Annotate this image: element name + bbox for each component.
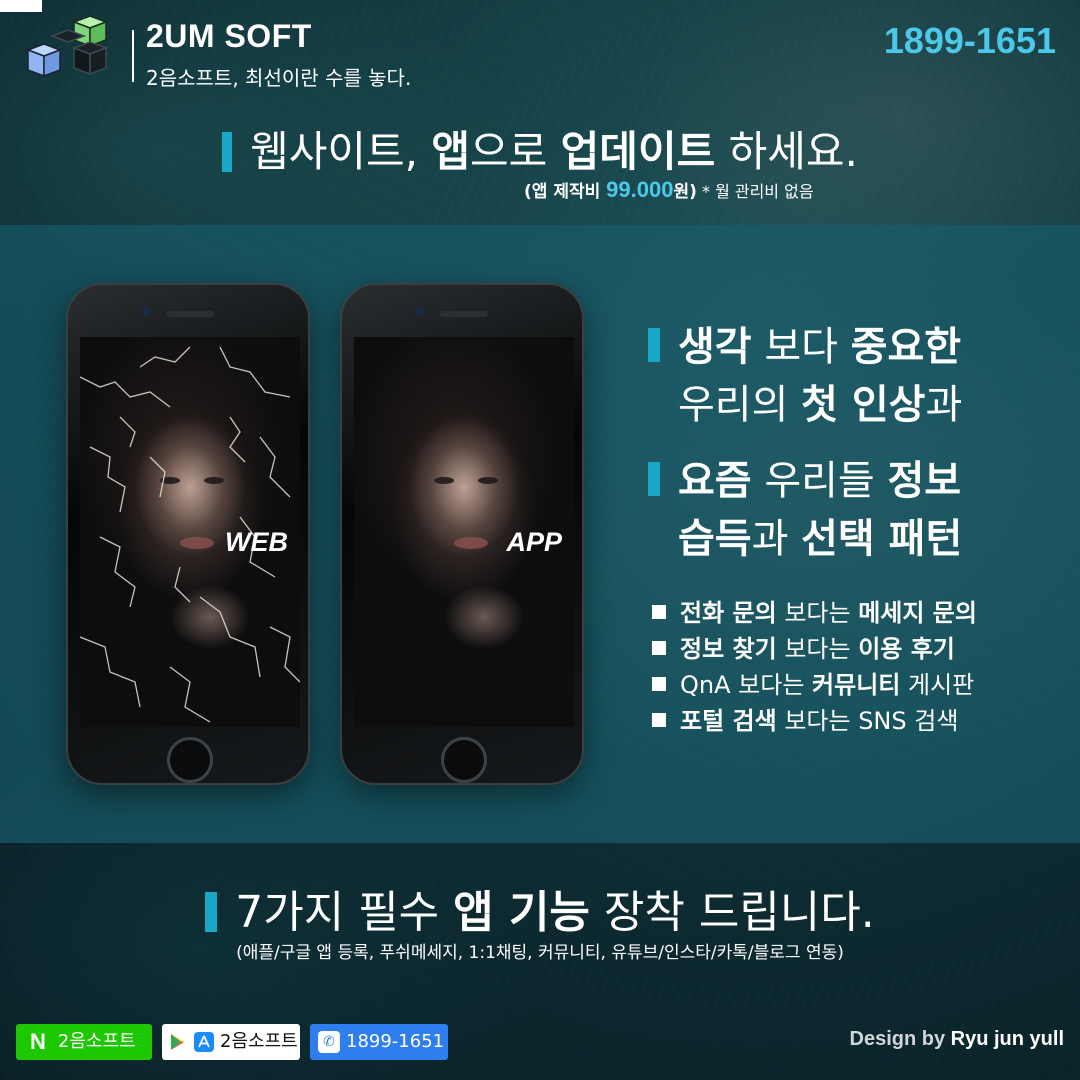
header-phone-number[interactable]: 1899-1651 — [884, 20, 1056, 62]
features-subtitle: (애플/구글 앱 등록, 푸쉬메세지, 1:1채팅, 커뮤니티, 유튜브/인스타… — [236, 943, 844, 963]
portrait-eye — [434, 477, 454, 484]
phone-screen-app: APP — [354, 337, 574, 727]
features-text: 장착 드립니다. — [589, 887, 875, 938]
bullet-emphasis: 커뮤니티 — [812, 671, 901, 699]
bullet-square — [652, 641, 666, 655]
bullet-square — [652, 677, 666, 691]
store-label: 2음소프트 — [220, 1031, 298, 1052]
bullet-emphasis: 이용 후기 — [858, 635, 955, 663]
claim-text: 과 — [925, 382, 963, 428]
phone-camera — [142, 307, 150, 315]
naver-icon: N — [30, 1029, 46, 1054]
bullet-emphasis: 정보 찾기 — [680, 635, 777, 663]
design-credit: Design by Ryu jun yull — [850, 1028, 1064, 1051]
claim-text: 과 — [751, 516, 802, 562]
bullet-emphasis: 메세지 문의 — [858, 599, 977, 627]
bullet-square — [652, 713, 666, 727]
phone-sensor — [460, 295, 466, 301]
accent-bar — [222, 131, 233, 172]
portrait-lips — [454, 537, 488, 549]
bullet-text: QnA — [680, 671, 731, 699]
headline-emphasis: 앱 — [431, 127, 471, 176]
logo-divider — [132, 30, 134, 82]
call-label: 1899-1651 — [346, 1031, 445, 1052]
app-store-icon — [194, 1032, 214, 1052]
claim-emphasis: 첫 인상 — [801, 382, 926, 428]
logo-cubes-icon — [25, 15, 109, 78]
bullet-text: 보다는 — [776, 635, 859, 663]
headline-text: 하세요. — [715, 127, 858, 176]
phone-speaker — [440, 311, 488, 317]
naver-label: 2음소프트 — [57, 1031, 136, 1052]
portrait-eye — [478, 477, 498, 484]
list-item: QnA 보다는 커뮤니티 게시판 — [652, 668, 977, 704]
headline-text: 으로 — [470, 127, 561, 176]
price-note: * 월 관리비 없음 — [696, 182, 814, 201]
bullet-text: SNS 검색 — [858, 707, 959, 735]
price-prefix: (앱 제작비 — [524, 182, 607, 202]
trend-list: 전화 문의 보다는 메세지 문의 정보 찾기 보다는 이용 후기 QnA 보다는… — [652, 596, 977, 740]
brand-name: 2UM SOFT — [146, 18, 312, 54]
phone-mockup-web: WEB — [66, 283, 310, 785]
features-text: 7가지 — [235, 887, 359, 938]
phone-screen-web: WEB — [80, 337, 300, 727]
accent-bar — [648, 328, 660, 362]
bullet-text: 보다는 — [776, 707, 859, 735]
corner-mark — [0, 0, 42, 12]
price-unit: 원) — [673, 182, 697, 202]
bullet-emphasis: 포털 검색 — [680, 707, 777, 735]
bullet-emphasis: 전화 문의 — [680, 599, 777, 627]
headline-text: 웹사이트, — [250, 127, 432, 176]
design-prefix: Design by — [849, 1028, 951, 1050]
claim-emphasis: 습득 — [678, 516, 752, 562]
claim-emphasis: 요즘 — [678, 458, 752, 504]
headline-emphasis: 업데이트 — [560, 127, 716, 176]
claim-text: 우리의 — [678, 382, 802, 428]
claim-emphasis: 정보 — [887, 458, 962, 504]
phone-home-button — [167, 737, 213, 783]
claim-text: 우리들 — [751, 458, 888, 504]
price-subline: (앱 제작비 99.000원) * 월 관리비 없음 — [524, 177, 814, 203]
phone-speaker — [166, 311, 214, 317]
list-item: 전화 문의 보다는 메세지 문의 — [652, 596, 977, 632]
accent-bar — [205, 892, 218, 932]
claim-text: 보다 — [751, 324, 851, 370]
claim-emphasis: 선택 패턴 — [801, 516, 963, 562]
bullet-text: 보다는 — [776, 599, 859, 627]
web-label: WEB — [225, 527, 288, 557]
phone-mockup-app: APP — [340, 283, 584, 785]
play-store-icon — [168, 1032, 188, 1052]
call-badge[interactable]: ✆ 1899-1651 — [310, 1024, 448, 1060]
price-value: 99.000 — [606, 177, 674, 202]
claim-emphasis: 생각 — [678, 324, 752, 370]
features-title: 7가지 필수 앱 기능 장착 드립니다. — [0, 876, 1080, 940]
app-store-badge[interactable]: 2음소프트 — [162, 1024, 300, 1060]
bullet-square — [652, 605, 666, 619]
app-label: APP — [506, 527, 562, 557]
naver-badge[interactable]: N 2음소프트 — [16, 1024, 152, 1060]
list-item: 포털 검색 보다는 SNS 검색 — [652, 704, 977, 740]
list-item: 정보 찾기 보다는 이용 후기 — [652, 632, 977, 668]
phone-sensor — [186, 295, 192, 301]
bullet-text: 보다는 — [730, 671, 813, 699]
features-emphasis: 앱 기능 — [453, 887, 590, 938]
designer-name: Ryu jun yull — [950, 1028, 1064, 1050]
accent-bar — [648, 462, 660, 496]
claim-emphasis: 중요한 — [850, 324, 962, 370]
features-text: 필수 — [358, 887, 454, 938]
phone-camera — [416, 307, 424, 315]
headline: 웹사이트, 앱으로 업데이트 하세요. — [0, 118, 1080, 179]
phone-icon: ✆ — [318, 1031, 340, 1053]
phone-home-button — [441, 737, 487, 783]
brand-tagline: 2음소프트, 최선이란 수를 놓다. — [146, 66, 412, 90]
bullet-text: 게시판 — [900, 671, 975, 699]
